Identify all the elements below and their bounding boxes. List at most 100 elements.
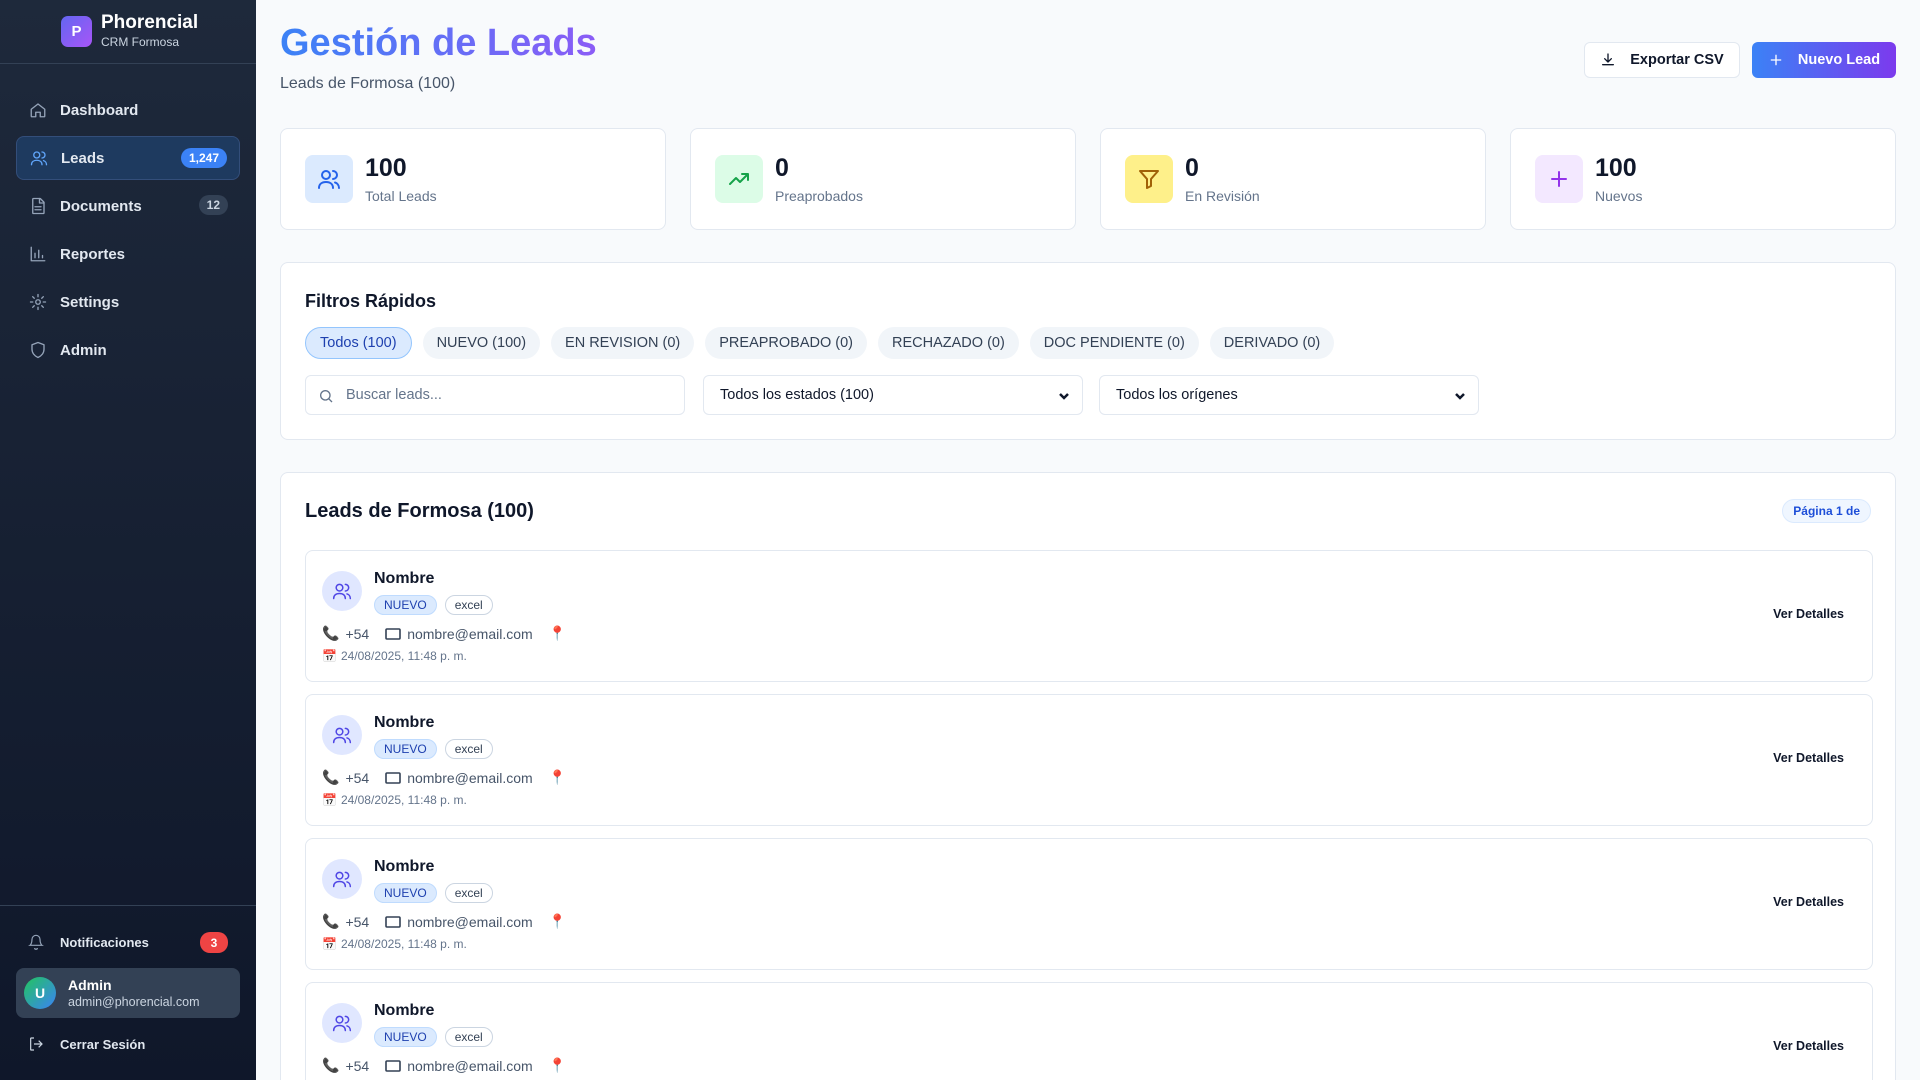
stat-value: 0	[775, 154, 789, 182]
plus-icon	[1535, 155, 1583, 203]
stat-label: En Revisión	[1185, 188, 1260, 204]
page-title: Gestión de Leads	[280, 22, 597, 64]
location-pin-icon: 📍	[548, 625, 567, 641]
stat-value: 100	[365, 154, 407, 182]
view-details-button[interactable]: Ver Detalles	[1773, 1039, 1844, 1053]
sidebar: P Phorencial CRM Formosa Dashboard Leads…	[0, 0, 256, 1080]
sidebar-item-label: Admin	[60, 341, 107, 359]
notifications-label: Notificaciones	[60, 934, 149, 950]
sidebar-item-label: Documents	[60, 197, 142, 215]
phone-icon: 📞	[322, 913, 340, 929]
lead-name: Nombre	[374, 858, 435, 875]
lead-email: nombre@email.com	[407, 625, 533, 642]
list-item[interactable]: Nombre NUEVO excel 📞 +54 nombre@email.co…	[305, 982, 1873, 1080]
export-csv-label: Exportar CSV	[1630, 52, 1724, 68]
status-select[interactable]: Todos los estados (100)	[703, 375, 1083, 415]
leads-count-badge: 1,247	[180, 148, 227, 168]
avatar: U	[24, 977, 56, 1009]
mail-icon	[385, 627, 401, 640]
sidebar-item-reportes[interactable]: Reportes	[16, 232, 240, 276]
notifications-button[interactable]: Notificaciones 3	[16, 922, 240, 962]
source-badge: excel	[444, 883, 493, 903]
filter-chip-rechazado[interactable]: RECHAZADO (0)	[878, 327, 1019, 359]
location-pin-icon: 📍	[548, 1057, 567, 1073]
stat-label: Total Leads	[365, 188, 437, 204]
list-item[interactable]: Nombre NUEVO excel 📞 +54 nombre@email.co…	[305, 694, 1873, 826]
chevron-down-icon	[1059, 393, 1069, 400]
new-lead-button[interactable]: Nuevo Lead	[1752, 42, 1896, 78]
mail-icon	[385, 1059, 401, 1072]
view-details-button[interactable]: Ver Detalles	[1773, 751, 1844, 765]
export-csv-button[interactable]: Exportar CSV	[1584, 42, 1740, 78]
new-lead-label: Nuevo Lead	[1797, 52, 1881, 68]
sidebar-item-leads[interactable]: Leads 1,247	[16, 136, 240, 180]
user-name: Admin	[68, 976, 112, 993]
mail-icon	[385, 915, 401, 928]
stat-card-preaprobados: 0 Preaprobados	[690, 128, 1076, 230]
bell-icon	[28, 934, 44, 950]
brand-subtitle: CRM Formosa	[101, 35, 180, 49]
users-icon	[29, 148, 49, 168]
logout-icon	[30, 1037, 43, 1051]
leads-list-title: Leads de Formosa (100)	[305, 500, 534, 522]
download-icon	[1602, 53, 1615, 66]
origin-select[interactable]: Todos los orígenes	[1099, 375, 1479, 415]
users-icon	[322, 859, 362, 899]
phone-icon: 📞	[322, 769, 340, 785]
list-item[interactable]: Nombre NUEVO excel 📞 +54 nombre@email.co…	[305, 838, 1873, 970]
brand[interactable]: P Phorencial CRM Formosa	[0, 0, 256, 64]
view-details-button[interactable]: Ver Detalles	[1773, 895, 1844, 909]
quick-filters-card: Filtros Rápidos Todos (100) NUEVO (100) …	[280, 262, 1896, 440]
list-item[interactable]: Nombre NUEVO excel 📞 +54 nombre@email.co…	[305, 550, 1873, 682]
page-indicator-badge: Página 1 de	[1782, 499, 1871, 523]
filter-chip-doc-pendiente[interactable]: DOC PENDIENTE (0)	[1029, 327, 1199, 359]
filter-chip-nuevo[interactable]: NUEVO (100)	[422, 327, 541, 359]
stat-label: Nuevos	[1595, 188, 1643, 204]
sidebar-nav: Dashboard Leads 1,247 Documents 12 Repor…	[16, 88, 240, 376]
lead-email: nombre@email.com	[407, 1057, 533, 1074]
filter-chips: Todos (100) NUEVO (100) EN REVISION (0) …	[305, 327, 1345, 359]
location-pin-icon: 📍	[548, 769, 567, 785]
shield-icon	[28, 340, 48, 360]
sidebar-footer: Notificaciones 3 U Admin admin@phorencia…	[0, 905, 256, 1080]
stat-value: 100	[1595, 154, 1637, 182]
filter-chip-todos[interactable]: Todos (100)	[305, 327, 412, 359]
logout-button[interactable]: Cerrar Sesión	[16, 1024, 240, 1064]
search-input[interactable]: Buscar leads...	[305, 375, 685, 415]
sidebar-item-documents[interactable]: Documents 12	[16, 184, 240, 228]
sidebar-item-admin[interactable]: Admin	[16, 328, 240, 372]
calendar-icon: 📅	[322, 649, 337, 663]
stat-value: 0	[1185, 154, 1199, 182]
user-profile[interactable]: U Admin admin@phorencial.com	[16, 968, 240, 1018]
view-details-button[interactable]: Ver Detalles	[1773, 607, 1844, 621]
sidebar-item-dashboard[interactable]: Dashboard	[16, 88, 240, 132]
filter-chip-derivado[interactable]: DERIVADO (0)	[1209, 327, 1335, 359]
brand-logo: P	[61, 16, 92, 47]
sidebar-item-settings[interactable]: Settings	[16, 280, 240, 324]
source-badge: excel	[444, 739, 493, 759]
phone-icon: 📞	[322, 625, 340, 641]
sidebar-item-label: Reportes	[60, 245, 126, 263]
notifications-count-badge: 3	[200, 932, 228, 953]
lead-date: 24/08/2025, 11:48 p. m.	[340, 793, 467, 807]
source-badge: excel	[444, 1027, 493, 1047]
leads-list-card: Leads de Formosa (100) Página 1 de Nombr…	[280, 472, 1896, 1080]
calendar-icon: 📅	[322, 793, 337, 807]
users-icon	[322, 571, 362, 611]
filter-chip-en-revision[interactable]: EN REVISION (0)	[551, 327, 695, 359]
lead-phone: +54	[345, 913, 370, 930]
filter-chip-preaprobado[interactable]: PREAPROBADO (0)	[705, 327, 867, 359]
filter-icon	[1125, 155, 1173, 203]
sidebar-item-label: Dashboard	[60, 101, 139, 119]
search-icon	[320, 390, 333, 403]
trending-up-icon	[715, 155, 763, 203]
documents-count-badge: 12	[198, 195, 228, 215]
home-icon	[28, 100, 48, 120]
brand-name: Phorencial	[101, 12, 199, 33]
sidebar-item-label: Leads	[61, 149, 105, 167]
calendar-icon: 📅	[322, 937, 337, 951]
quick-filters-title: Filtros Rápidos	[305, 291, 437, 311]
chevron-down-icon	[1455, 393, 1465, 400]
sidebar-item-label: Settings	[60, 293, 120, 311]
lead-date: 24/08/2025, 11:48 p. m.	[340, 937, 467, 951]
